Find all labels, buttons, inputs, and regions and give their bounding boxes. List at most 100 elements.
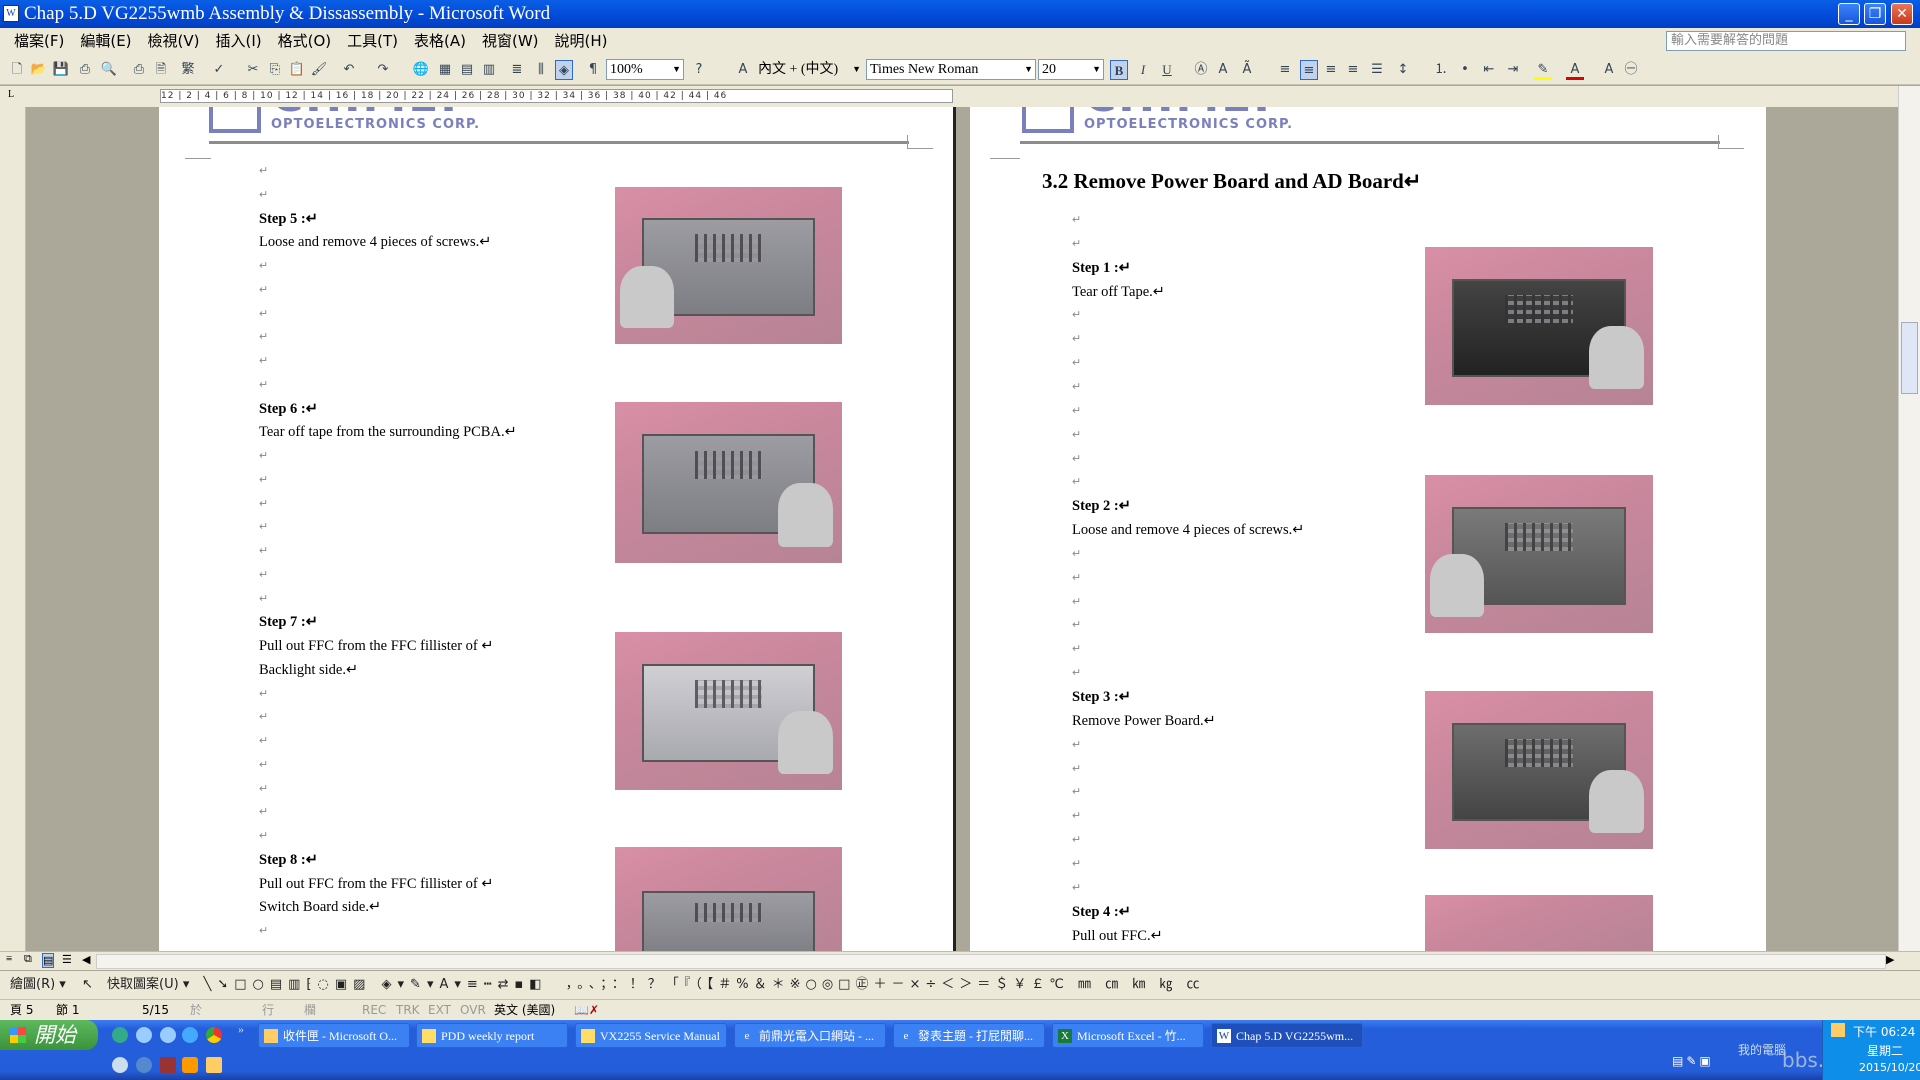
hyperlink-icon[interactable]: 🌐: [412, 60, 430, 80]
tray-app-icon[interactable]: [182, 1057, 198, 1073]
quicklaunch-icon[interactable]: [136, 1027, 152, 1043]
increase-indent-icon[interactable]: ⇥: [1504, 60, 1522, 80]
horizontal-scrollbar[interactable]: ≡ ⧉ ▤ ☰ ◀ ▶: [0, 951, 1920, 970]
highlight-icon[interactable]: ✎: [1534, 60, 1552, 80]
print-preview-icon[interactable]: 🔍: [100, 60, 118, 80]
scroll-track[interactable]: [96, 954, 1886, 969]
char-border-icon[interactable]: Ⓐ: [1192, 60, 1210, 80]
document-page-right[interactable]: CHIMEIOPTOELECTRONICS CORP. 3.2 Remove P…: [970, 107, 1766, 951]
system-clock[interactable]: 下午 06:24 星期二 2015/10/20: [1822, 1020, 1920, 1080]
restore-button[interactable]: ❐: [1864, 3, 1886, 25]
status-ext[interactable]: EXT: [428, 1000, 451, 1021]
tray-app-icon[interactable]: [160, 1057, 176, 1073]
styles-icon[interactable]: A: [734, 60, 752, 80]
clock-app-icon[interactable]: [206, 1057, 222, 1073]
tray-icons[interactable]: ▤ ✎ ▣: [1672, 1054, 1711, 1069]
photo-step-5[interactable]: [615, 187, 842, 344]
quicklaunch-icon[interactable]: [112, 1027, 128, 1043]
task-pdd-folder[interactable]: PDD weekly report: [416, 1023, 568, 1048]
menu-table[interactable]: 表格(A): [406, 28, 474, 55]
status-language[interactable]: 英文 (美國): [494, 1000, 555, 1021]
photo-step-6[interactable]: [615, 402, 842, 563]
menu-insert[interactable]: 插入(I): [208, 28, 270, 55]
preview-icon[interactable]: 🗎: [152, 60, 170, 80]
align-right-icon[interactable]: ≡: [1344, 60, 1362, 80]
permission-icon[interactable]: ⎙: [76, 60, 94, 80]
photo-step-4[interactable]: [1425, 895, 1653, 951]
draw-tools[interactable]: ╲➘□○▤▥⁅◌▣▨ ◈▾✎▾A▾≡┅⇄▪◧: [204, 977, 548, 992]
status-trk[interactable]: TRK: [396, 1000, 420, 1021]
chrome-icon[interactable]: [206, 1027, 222, 1043]
scroll-right-icon[interactable]: ▶: [1886, 953, 1894, 966]
new-icon[interactable]: 🗋: [8, 60, 26, 80]
enclose-chars-icon[interactable]: ㊀: [1622, 60, 1640, 80]
drawing-icon[interactable]: ⫼: [532, 60, 550, 80]
print-icon[interactable]: ⎙: [130, 60, 148, 80]
align-left-icon[interactable]: ≡: [1300, 60, 1318, 80]
copy-icon[interactable]: ⎘: [266, 60, 284, 80]
paste-icon[interactable]: 📋: [288, 60, 306, 80]
word-icon[interactable]: W: [3, 5, 19, 22]
tab-selector-icon[interactable]: L: [8, 89, 14, 100]
photo-step-7[interactable]: [615, 632, 842, 790]
scroll-left-icon[interactable]: ◀: [82, 953, 90, 966]
menu-format[interactable]: 格式(O): [270, 28, 340, 55]
document-page-left[interactable]: CHIMEIOPTOELECTRONICS CORP. ↵↵Step 5 :↵L…: [159, 107, 953, 951]
redo-icon[interactable]: ↷: [374, 60, 392, 80]
font-color-icon[interactable]: A: [1566, 60, 1584, 80]
document-map-icon[interactable]: ◈: [555, 60, 573, 80]
photo-step-2[interactable]: [1425, 475, 1653, 633]
char-shading-icon[interactable]: A: [1214, 60, 1232, 80]
columns-icon[interactable]: ≣: [508, 60, 526, 80]
normal-view-icon[interactable]: ≡: [6, 953, 12, 965]
vertical-scrollbar[interactable]: [1898, 86, 1920, 951]
select-arrow-icon[interactable]: ↖: [82, 977, 93, 992]
more-chevron-icon[interactable]: »: [238, 1022, 244, 1037]
photo-step-1[interactable]: [1425, 247, 1653, 405]
cut-icon[interactable]: ✂: [244, 60, 262, 80]
save-icon[interactable]: 💾: [52, 60, 70, 80]
undo-icon[interactable]: ↶: [340, 60, 358, 80]
traditional-chinese-button[interactable]: 繁: [176, 60, 200, 80]
task-ie-forum[interactable]: e 發表主題 - 打屁閒聊...: [893, 1023, 1045, 1048]
tables-borders-icon[interactable]: ▦: [436, 60, 454, 80]
font-size-select[interactable]: 20 ▼: [1038, 59, 1104, 80]
open-icon[interactable]: 📂: [30, 60, 48, 80]
status-ovr[interactable]: OVR: [460, 1000, 486, 1021]
tray-app-icon[interactable]: [112, 1057, 128, 1073]
distributed-icon[interactable]: ☰: [1368, 60, 1386, 80]
help-question-input[interactable]: 輸入需要解答的問題: [1666, 31, 1906, 51]
task-ie-portal[interactable]: e 前鼎光電入口網站 - ...: [734, 1023, 886, 1048]
show-hide-icon[interactable]: ¶: [584, 60, 602, 80]
photo-step-3[interactable]: [1425, 691, 1653, 849]
align-center-icon[interactable]: ≡: [1322, 60, 1340, 80]
horizontal-ruler[interactable]: L 12 | 2 | 4 | 6 | 8 | 10 | 12 | 14 | 16…: [0, 86, 1920, 107]
ie-icon[interactable]: [182, 1027, 198, 1043]
bullets-icon[interactable]: •: [1456, 60, 1474, 80]
task-vx2255-folder[interactable]: VX2255 Service Manual: [575, 1023, 727, 1048]
style-select[interactable]: 內文 + (中文) ▼: [754, 59, 864, 80]
photo-step-8[interactable]: [615, 847, 842, 951]
draw-menu[interactable]: 繪圖(R) ▾: [10, 977, 66, 992]
menu-view[interactable]: 檢視(V): [140, 28, 208, 55]
print-layout-icon[interactable]: ▤: [42, 953, 55, 968]
minimize-button[interactable]: _: [1838, 3, 1860, 25]
insert-table-icon[interactable]: ▤: [458, 60, 476, 80]
underline-button[interactable]: U: [1158, 60, 1176, 80]
zoom-select[interactable]: 100% ▼: [606, 59, 684, 80]
bold-button[interactable]: B: [1110, 60, 1128, 80]
start-button[interactable]: 開始: [0, 1020, 98, 1050]
menu-edit[interactable]: 編輯(E): [72, 28, 139, 55]
status-rec[interactable]: REC: [362, 1000, 386, 1021]
task-outlook[interactable]: 收件匣 - Microsoft O...: [258, 1023, 410, 1048]
autoshapes-menu[interactable]: 快取圖案(U) ▾: [107, 977, 189, 992]
char-scaling-icon[interactable]: A͂: [1238, 60, 1256, 80]
close-button[interactable]: ✕: [1891, 3, 1913, 25]
menu-window[interactable]: 視窗(W): [474, 28, 547, 55]
decrease-indent-icon[interactable]: ⇤: [1480, 60, 1498, 80]
symbol-bar[interactable]: ，。、；：！？「『（【＃%＆＊※○◎□㊣＋－×÷＜＞＝＄￥￡℃ ㎜ ㎝ ㎞ ㎏ …: [566, 977, 1205, 992]
menu-help[interactable]: 說明(H): [547, 28, 616, 55]
web-view-icon[interactable]: ⧉: [24, 953, 32, 966]
outline-view-icon[interactable]: ☰: [62, 953, 72, 966]
task-excel[interactable]: X Microsoft Excel - 竹...: [1052, 1023, 1204, 1048]
